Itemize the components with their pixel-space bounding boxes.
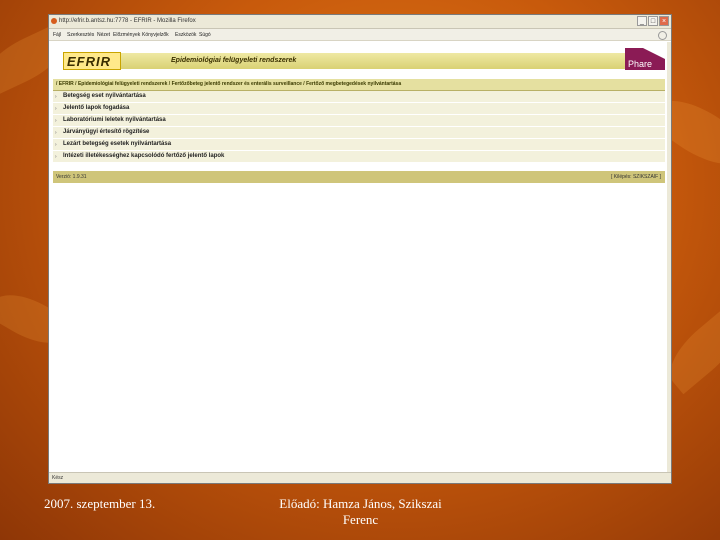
version-bar: Verzió: 1.9.31 [ Kilépés: SZIKSZAIF ] [53,171,665,183]
menu-view[interactable]: Nézet [97,32,110,38]
menu-bookmarks[interactable]: Könyvjelzők [142,32,169,38]
bullet-icon: › [55,130,57,136]
maximize-button[interactable]: □ [648,16,658,26]
menu-item-epidemic-notice[interactable]: › Járványügyi értesítő rögzítése [53,127,665,139]
title-bar: http://efrir.b.antsz.hu:7778 - EFRIR - M… [49,15,671,29]
version-text: Verzió: 1.9.31 [56,174,87,180]
menu-help[interactable]: Súgó [199,32,211,38]
page-content: EFRIR Epidemiológiai felügyeleti rendsze… [51,42,669,473]
menu-item-label: Laboratóriumi leletek nyilvántartása [63,117,166,123]
bullet-icon: › [55,118,57,124]
vertical-scrollbar[interactable] [667,42,671,473]
menu-file[interactable]: Fájl [53,32,61,38]
app-banner: EFRIR Epidemiológiai felügyeleti rendsze… [51,48,665,78]
firefox-icon [51,18,57,24]
menu-item-label: Betegség eset nyilvántartása [63,93,146,99]
subtitle-bar: Epidemiológiai felügyeleti rendszerek [121,53,625,69]
breadcrumb-text[interactable]: / EFRIR / Epidemiológiai felügyeleti ren… [56,81,401,87]
browser-window: http://efrir.b.antsz.hu:7778 - EFRIR - M… [48,14,672,484]
minimize-button[interactable]: _ [637,16,647,26]
slide-presenter: Előadó: Hamza János, Szikszai Ferenc [279,496,442,527]
breadcrumb: / EFRIR / Epidemiológiai felügyeleti ren… [53,79,665,91]
menu-item-institution-reports[interactable]: › Intézeti illetékességhez kapcsolódó fe… [53,151,665,163]
logout-link[interactable]: [ Kilépés: SZIKSZAIF ] [611,174,661,180]
menu-item-label: Lezárt betegség esetek nyilvántartása [63,141,172,147]
status-bar: Kész [49,472,671,483]
bullet-icon: › [55,94,57,100]
menu-item-lab-results[interactable]: › Laboratóriumi leletek nyilvántartása [53,115,665,127]
efrir-logo[interactable]: EFRIR [63,52,121,70]
bullet-icon: › [55,154,57,160]
menu-item-label: Járványügyi értesítő rögzítése [63,129,150,135]
menu-bar: Fájl Szerkesztés Nézet Előzmények Könyvj… [49,29,671,41]
app-subtitle: Epidemiológiai felügyeleti rendszerek [171,57,297,64]
menu-item-closed-cases[interactable]: › Lezárt betegség esetek nyilvántartása [53,139,665,151]
bullet-icon: › [55,142,57,148]
phare-logo: Phare [625,48,665,70]
logo-text: EFRIR [67,54,111,69]
menu-edit[interactable]: Szerkesztés [67,32,94,38]
slide-date: 2007. szeptember 13. [44,496,156,511]
bullet-icon: › [55,106,57,112]
phare-text: Phare [628,59,653,69]
close-button[interactable]: × [659,16,669,26]
menu-item-report-forms[interactable]: › Jelentő lapok fogadása [53,103,665,115]
menu-item-case-registry[interactable]: › Betegség eset nyilvántartása [53,91,665,103]
main-menu: › Betegség eset nyilvántartása › Jelentő… [53,91,665,163]
menu-history[interactable]: Előzmények [113,32,140,38]
menu-item-label: Intézeti illetékességhez kapcsolódó fert… [63,153,225,159]
menu-item-label: Jelentő lapok fogadása [63,105,130,111]
window-title: http://efrir.b.antsz.hu:7778 - EFRIR - M… [59,18,196,24]
phare-triangle [643,48,665,59]
throbber-icon [658,31,667,40]
status-text: Kész [52,475,64,481]
menu-tools[interactable]: Eszközök [175,32,196,38]
